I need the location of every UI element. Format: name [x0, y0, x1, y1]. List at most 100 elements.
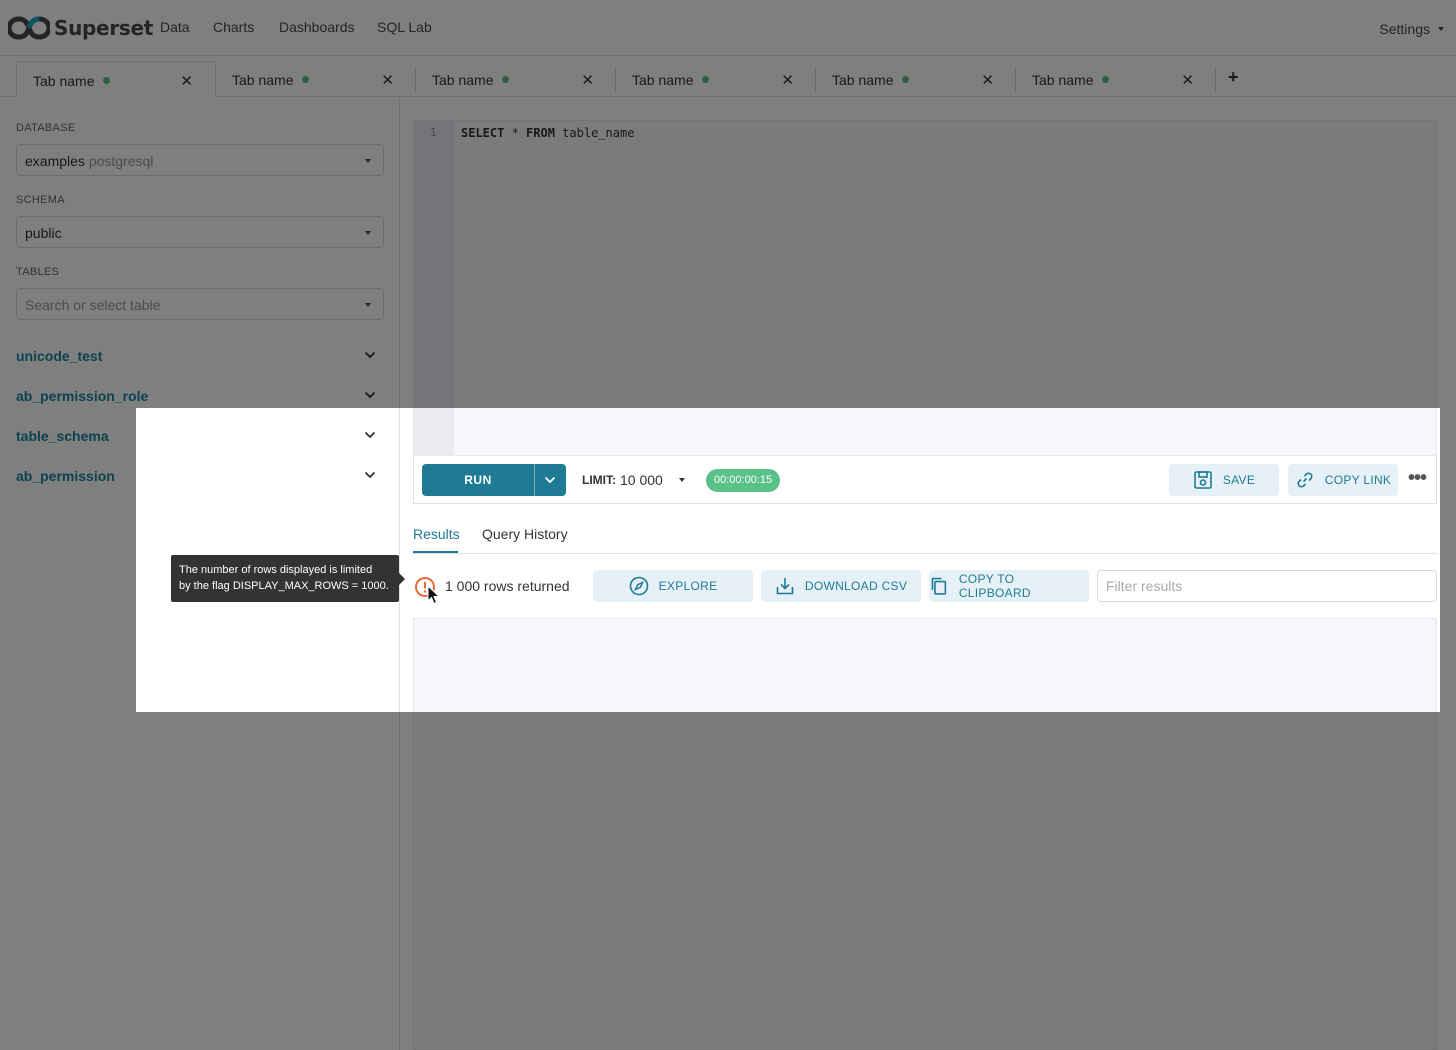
download-csv-label: DOWNLOAD CSV	[804, 579, 908, 593]
status-dot-icon	[302, 76, 309, 83]
tooltip-line: The number of rows displayed is limited	[179, 564, 373, 576]
query-timer-badge: 00:00:00:15	[706, 469, 781, 492]
limit-label: LIMIT:	[582, 473, 616, 487]
dim-overlay	[1440, 408, 1456, 712]
status-dot-icon	[702, 76, 709, 83]
table-name: unicode_test	[16, 348, 103, 364]
copy-link-label: COPY LINK	[1324, 473, 1392, 487]
explore-button[interactable]: EXPLORE	[593, 570, 753, 602]
table-name: ab_permission_role	[16, 388, 149, 404]
save-icon	[1194, 471, 1212, 489]
top-navbar: Superset Data Charts Dashboards SQL Lab …	[0, 0, 1456, 56]
save-label: SAVE	[1222, 473, 1256, 487]
limit-dropdown[interactable]: LIMIT: 10 000	[582, 472, 685, 488]
rows-returned-text: 1 000 rows returned	[445, 578, 570, 594]
close-tab-icon[interactable]: ✕	[981, 71, 994, 89]
tab-divider	[1215, 69, 1216, 91]
sql-editor[interactable]: 1 SELECT * FROM table_name	[413, 120, 1437, 456]
results-tabs: Results Query History	[413, 518, 1437, 554]
sql-keyword-select: SELECT	[461, 126, 505, 140]
brand-name: Superset	[54, 16, 154, 40]
database-select[interactable]: examples postgresql	[16, 144, 384, 176]
table-item[interactable]: ab_permission_role	[16, 385, 384, 409]
tab-label: Tab name	[632, 72, 694, 88]
close-tab-icon[interactable]: ✕	[381, 71, 394, 89]
caret-down-icon	[678, 478, 685, 482]
explore-label: EXPLORE	[658, 579, 718, 593]
tab-query-history[interactable]: Query History	[482, 526, 568, 542]
download-csv-button[interactable]: DOWNLOAD CSV	[761, 570, 921, 602]
filter-results-input[interactable]	[1097, 570, 1437, 602]
query-tab[interactable]: Tab name ✕	[416, 61, 616, 97]
table-item[interactable]: ab_permission	[16, 465, 384, 489]
database-value: examples postgresql	[25, 153, 153, 169]
run-divider	[534, 464, 535, 496]
status-dot-icon	[103, 77, 110, 84]
caret-down-icon	[365, 231, 371, 235]
tab-label: Tab name	[33, 73, 95, 89]
more-options-icon[interactable]: •••	[1408, 468, 1427, 488]
mouse-cursor-icon	[427, 585, 441, 605]
copy-to-clipboard-label: COPY TO CLIPBOARD	[958, 572, 1031, 600]
nav-charts[interactable]: Charts	[213, 19, 254, 35]
schema-select[interactable]: public	[16, 216, 384, 248]
caret-down-icon	[1438, 27, 1444, 31]
chevron-down-icon[interactable]	[364, 469, 376, 481]
table-name: table_schema	[16, 428, 109, 444]
copy-link-button[interactable]: COPY LINK	[1288, 464, 1398, 496]
chevron-down-icon[interactable]	[364, 389, 376, 401]
tooltip-line: by the flag DISPLAY_MAX_ROWS = 1000.	[179, 580, 389, 592]
tab-label: Tab name	[1032, 72, 1094, 88]
database-label: DATABASE	[16, 122, 76, 134]
add-tab-icon[interactable]: +	[1228, 67, 1239, 88]
query-tab[interactable]: Tab name ✕	[216, 61, 416, 97]
link-icon	[1297, 472, 1313, 488]
database-engine: postgresql	[88, 153, 154, 169]
run-label: RUN	[464, 473, 492, 487]
chevron-down-icon[interactable]	[364, 429, 376, 441]
status-dot-icon	[902, 76, 909, 83]
table-item[interactable]: table_schema	[16, 425, 384, 449]
table-name: ab_permission	[16, 468, 115, 484]
limit-value: 10 000	[620, 472, 663, 488]
sql-keyword-from: FROM	[526, 126, 555, 140]
nav-data[interactable]: Data	[160, 19, 190, 35]
query-tab[interactable]: Tab name ✕	[16, 61, 216, 97]
tab-label: Tab name	[232, 72, 294, 88]
query-tab[interactable]: Tab name ✕	[1016, 61, 1216, 97]
settings-label: Settings	[1379, 21, 1430, 37]
status-dot-icon	[1102, 76, 1109, 83]
query-tab[interactable]: Tab name ✕	[616, 61, 816, 97]
schema-value: public	[25, 225, 62, 241]
database-name: examples	[25, 153, 85, 169]
nav-sql-lab[interactable]: SQL Lab	[377, 19, 432, 35]
tab-label: Tab name	[832, 72, 894, 88]
copy-icon	[931, 577, 947, 595]
sql-code[interactable]: SELECT * FROM table_name	[461, 126, 634, 140]
close-tab-icon[interactable]: ✕	[180, 72, 193, 90]
superset-logo-icon	[8, 16, 50, 40]
chevron-down-icon[interactable]	[544, 474, 556, 486]
close-tab-icon[interactable]: ✕	[781, 71, 794, 89]
compass-icon	[629, 576, 648, 596]
close-tab-icon[interactable]: ✕	[581, 71, 594, 89]
results-grid[interactable]	[413, 618, 1437, 1050]
table-select-placeholder: Search or select table	[25, 297, 161, 313]
run-button[interactable]: RUN	[422, 464, 566, 496]
nav-dashboards[interactable]: Dashboards	[279, 19, 355, 35]
settings-menu[interactable]: Settings	[1379, 21, 1444, 37]
tab-label: Tab name	[432, 72, 494, 88]
active-tab-indicator	[413, 551, 458, 553]
copy-to-clipboard-button[interactable]: COPY TO CLIPBOARD	[929, 570, 1089, 602]
close-tab-icon[interactable]: ✕	[1181, 71, 1194, 89]
chevron-down-icon[interactable]	[364, 349, 376, 361]
query-tab[interactable]: Tab name ✕	[816, 61, 1016, 97]
table-select[interactable]: Search or select table	[16, 288, 384, 320]
save-button[interactable]: SAVE	[1169, 464, 1279, 496]
schema-label: SCHEMA	[16, 194, 65, 206]
tab-results[interactable]: Results	[413, 526, 460, 542]
line-number: 1	[430, 126, 437, 139]
table-item[interactable]: unicode_test	[16, 345, 384, 369]
superset-logo[interactable]: Superset	[8, 15, 153, 41]
sql-table-name: table_name	[554, 126, 635, 140]
